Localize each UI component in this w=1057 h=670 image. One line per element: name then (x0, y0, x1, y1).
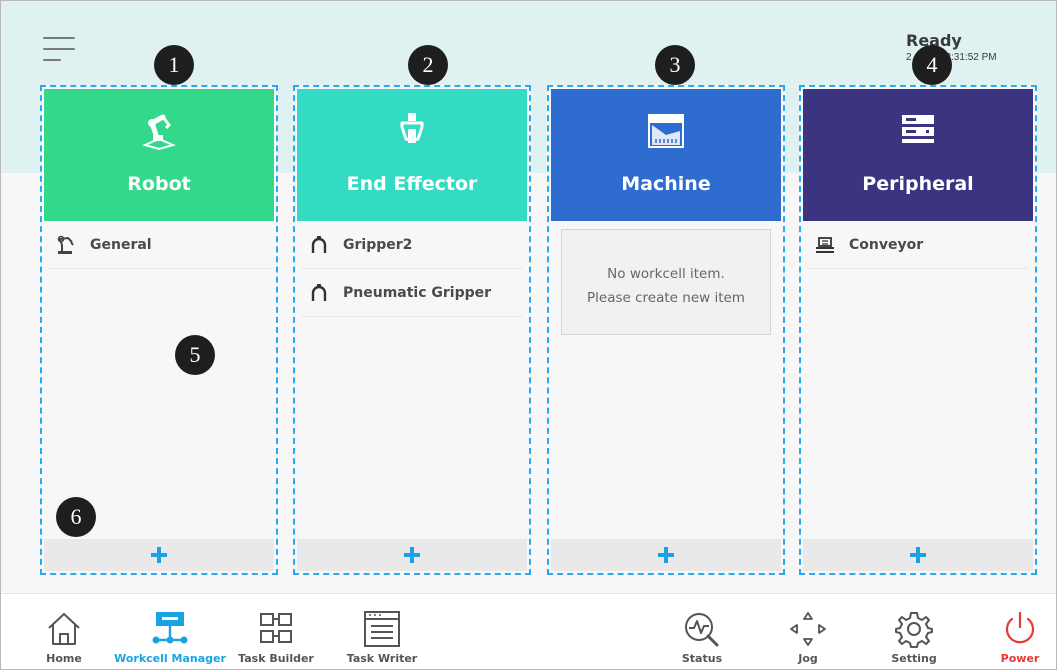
robot-arm-icon (142, 114, 176, 151)
nav-label: Status (681, 652, 723, 665)
hamburger-line (43, 48, 75, 50)
nav-label: Power (1000, 652, 1040, 665)
jog-icon (790, 612, 826, 646)
item-label: Pneumatic Gripper (343, 285, 492, 301)
nav-workcell-manager[interactable]: Workcell Manager (113, 594, 227, 669)
hamburger-icon (43, 37, 75, 39)
column-title: Machine (621, 173, 711, 195)
nav-label: Task Builder (238, 652, 314, 665)
robot-header[interactable]: Robot (44, 89, 274, 221)
nav-jog[interactable]: Jog (775, 594, 841, 669)
home-icon (48, 613, 80, 645)
nav-power[interactable]: Power (987, 594, 1053, 669)
conveyor-icon (816, 237, 834, 253)
bottom-nav: Home Workcell Manager Task Builder Task … (1, 593, 1056, 669)
callout-marker: 3 (655, 45, 695, 85)
machine-header[interactable]: Machine (551, 89, 781, 221)
item-label: Conveyor (849, 237, 924, 253)
end-effector-header[interactable]: End Effector (297, 89, 527, 221)
nav-label: Home (46, 652, 82, 665)
plus-icon (404, 547, 420, 563)
end-effector-list: Gripper2 Pneumatic Gripper (297, 221, 527, 537)
workcell-icon (152, 612, 188, 644)
callout-marker: 6 (56, 497, 96, 537)
list-item[interactable]: General (48, 221, 270, 269)
empty-message: No workcell item. (607, 266, 725, 282)
gripper-small-icon (311, 284, 327, 301)
robot-icon (57, 235, 74, 254)
plus-icon (910, 547, 926, 563)
list-item[interactable]: Conveyor (807, 221, 1029, 269)
nav-task-writer[interactable]: Task Writer (343, 594, 421, 669)
callout-marker: 1 (154, 45, 194, 85)
status-text: Ready (906, 31, 962, 50)
peripheral-header[interactable]: Peripheral (803, 89, 1033, 221)
empty-state: No workcell item. Please create new item (561, 229, 771, 335)
nav-label: Setting (891, 652, 937, 665)
hamburger-line (43, 59, 61, 61)
column-end-effector: End Effector Gripper2 Pneumatic Gripper (293, 85, 531, 575)
gear-icon (895, 612, 933, 648)
nav-status[interactable]: Status (669, 594, 735, 669)
column-title: Peripheral (862, 173, 974, 195)
add-peripheral-button[interactable] (803, 539, 1033, 571)
empty-hint: Please create new item (587, 290, 745, 306)
nav-task-builder[interactable]: Task Builder (237, 594, 315, 669)
robot-list: General (44, 221, 274, 537)
callout-marker: 2 (408, 45, 448, 85)
task-writer-icon (364, 611, 400, 647)
menu-button[interactable] (43, 35, 77, 65)
callout-marker: 4 (912, 45, 952, 85)
task-builder-icon (260, 613, 292, 643)
status-icon (685, 613, 719, 647)
power-icon (1005, 611, 1035, 644)
add-robot-button[interactable] (44, 539, 274, 571)
column-machine: Machine No workcell item. Please create … (547, 85, 785, 575)
nav-label: Workcell Manager (114, 652, 226, 665)
add-machine-button[interactable] (551, 539, 781, 571)
plus-icon (151, 547, 167, 563)
nav-label: Jog (798, 652, 818, 665)
nav-label: Task Writer (346, 652, 418, 665)
machine-list: No workcell item. Please create new item (551, 221, 781, 537)
peripheral-icon (902, 115, 934, 143)
plus-icon (658, 547, 674, 563)
nav-home[interactable]: Home (31, 594, 97, 669)
gripper-small-icon (311, 236, 327, 253)
app-window: Ready 2……26 2:31:52 PM Robot General End… (0, 0, 1057, 670)
peripheral-list: Conveyor (803, 221, 1033, 537)
add-end-effector-button[interactable] (297, 539, 527, 571)
gripper-icon (400, 113, 424, 143)
callout-marker: 5 (175, 335, 215, 375)
list-item[interactable]: Pneumatic Gripper (301, 269, 523, 317)
list-item[interactable]: Gripper2 (301, 221, 523, 269)
column-title: End Effector (346, 173, 478, 195)
machine-icon (648, 114, 684, 148)
column-peripheral: Peripheral Conveyor (799, 85, 1037, 575)
column-title: Robot (127, 173, 191, 195)
nav-setting[interactable]: Setting (881, 594, 947, 669)
item-label: General (90, 237, 152, 253)
item-label: Gripper2 (343, 237, 413, 253)
